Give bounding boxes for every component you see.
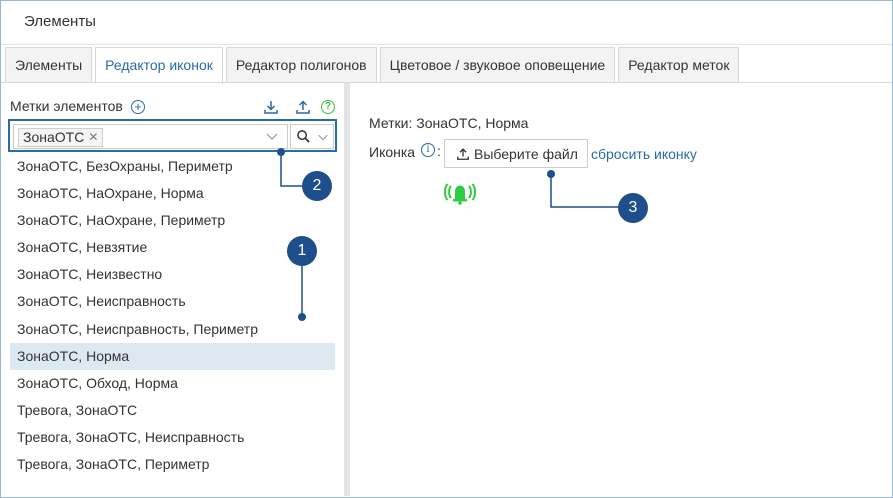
window-title: Элементы	[24, 13, 96, 30]
list-item-selected[interactable]: ЗонаОТС, Норма	[10, 342, 335, 370]
close-icon[interactable]: ✕	[88, 129, 98, 146]
callout-marker-1: 1	[287, 236, 317, 266]
callout-marker-3: 3	[618, 193, 648, 223]
list-item[interactable]: ЗонаОТС, НаОхране, Норма	[10, 180, 335, 207]
tab-icon-editor[interactable]: Редактор иконок	[95, 47, 223, 84]
list-item[interactable]: ЗонаОТС, Неисправность, Периметр	[10, 316, 335, 343]
list-item[interactable]: ЗонаОТС, Неизвестно	[10, 261, 335, 288]
tab-color-sound-alerts[interactable]: Цветовое / звуковое оповещение	[379, 47, 616, 83]
tab-bar: Элементы Редактор иконок Редактор полиго…	[5, 47, 742, 84]
search-button[interactable]	[290, 124, 334, 149]
list-item[interactable]: Тревога, ЗонаОТС, Неисправность	[10, 424, 335, 451]
tab-elements[interactable]: Элементы	[5, 47, 93, 83]
callout-marker-2: 2	[302, 171, 332, 201]
plus-circle-icon[interactable]: +	[131, 100, 145, 114]
list-item[interactable]: ЗонаОТС, НаОхране, Периметр	[10, 207, 335, 234]
selected-label-chip: ЗонаОТС ✕	[18, 128, 104, 147]
icon-field-label: Иконка	[369, 144, 416, 160]
labels-select[interactable]: ЗонаОТС ✕	[13, 124, 288, 149]
list-item[interactable]: Тревога, ЗонаОТС	[10, 397, 335, 424]
tab-polygon-editor[interactable]: Редактор полигонов	[225, 47, 377, 83]
chip-text: ЗонаОТС	[23, 129, 85, 145]
list-item[interactable]: ЗонаОТС, БезОхраны, Периметр	[10, 153, 335, 180]
tab-label-editor[interactable]: Редактор меток	[618, 47, 740, 83]
choose-file-button[interactable]: Выберите файл	[444, 139, 588, 168]
title-divider	[1, 44, 892, 45]
selected-labels-text: Метки: ЗонаОТС, Норма	[369, 115, 529, 131]
list-item[interactable]: ЗонаОТС, Обход, Норма	[10, 370, 335, 397]
choose-file-label: Выберите файл	[474, 145, 578, 162]
alarm-bell-icon	[444, 183, 476, 205]
search-icon	[297, 130, 310, 143]
upload-icon[interactable]	[295, 99, 311, 115]
labels-filter: ЗонаОТС ✕	[8, 119, 337, 152]
chevron-down-icon[interactable]	[264, 128, 280, 144]
list-item[interactable]: ЗонаОТС, Неисправность	[10, 288, 335, 315]
upload-icon	[457, 147, 469, 160]
chevron-down-icon	[318, 134, 328, 141]
element-labels-heading: Метки элементов	[10, 98, 123, 114]
element-labels-list: ЗонаОТС, БезОхраны, Периметр ЗонаОТС, На…	[10, 153, 335, 478]
download-icon[interactable]	[263, 99, 279, 115]
list-item[interactable]: Тревога, ЗонаОТС, Периметр	[10, 451, 335, 478]
reset-icon-link[interactable]: сбросить иконку	[591, 146, 697, 162]
icon-field-colon: :	[437, 143, 441, 159]
info-icon[interactable]: i	[421, 143, 435, 157]
help-icon[interactable]: ?	[321, 100, 335, 114]
